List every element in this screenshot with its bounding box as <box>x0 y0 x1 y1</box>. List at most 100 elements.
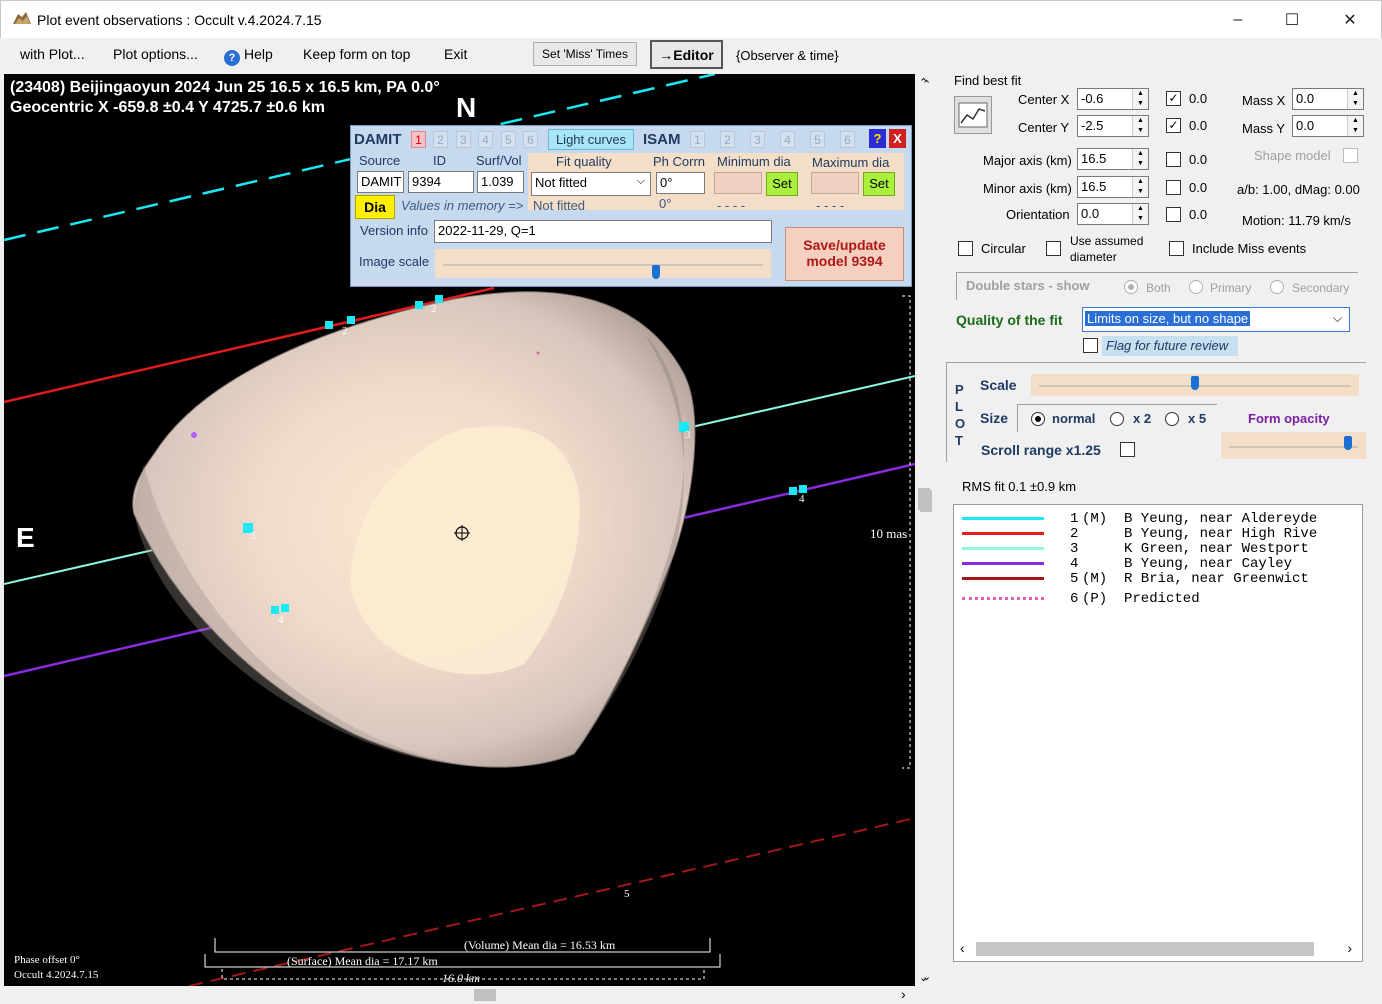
size-x2-radio[interactable] <box>1110 412 1124 426</box>
include-miss-label: Include Miss events <box>1192 241 1307 256</box>
primary-label: Primary <box>1210 281 1252 295</box>
plot-horizontal-scrollbar[interactable]: › <box>4 986 915 1004</box>
chord-label: 3 <box>685 429 691 441</box>
fit-quality-value: Not fitted <box>535 175 588 190</box>
ph-corr-field[interactable]: 0° <box>656 172 705 194</box>
editor-button[interactable]: →Editor <box>650 40 723 69</box>
damit-model-5[interactable]: 5 <box>501 131 516 148</box>
center-y-checkbox[interactable]: ✓ <box>1166 118 1181 133</box>
damit-model-3[interactable]: 3 <box>456 131 471 148</box>
panel-scroll-thumb[interactable] <box>920 490 932 512</box>
legend-scroll-thumb[interactable] <box>976 942 1314 956</box>
image-scale-slider[interactable] <box>435 249 771 279</box>
chord-label: 5 <box>624 888 630 900</box>
plot-vertical-scrollbar[interactable]: ⌃ ⌄ <box>915 74 933 986</box>
legend-horizontal-scrollbar[interactable]: ‹ › <box>954 937 1362 961</box>
major-axis-spinner[interactable]: 16.5 ▲ ▼ <box>1077 148 1149 170</box>
menu-plot-options[interactable]: Plot options... <box>113 46 198 62</box>
isam-model-3[interactable]: 3 <box>750 131 765 148</box>
dia-button[interactable]: Dia <box>355 195 395 219</box>
min-dia-set-button[interactable]: Set <box>766 172 798 196</box>
form-opacity-slider[interactable] <box>1221 432 1366 459</box>
center-x-checkbox[interactable]: ✓ <box>1166 91 1181 106</box>
minimize-button[interactable]: – <box>1215 1 1261 39</box>
center-x-spinner[interactable]: -0.6 ▲ ▼ <box>1077 88 1149 110</box>
scroll-right-icon[interactable]: › <box>1347 940 1352 956</box>
both-radio[interactable] <box>1124 280 1138 294</box>
minor-axis-checkbox[interactable] <box>1166 180 1181 195</box>
scroll-right-icon[interactable]: › <box>901 986 906 1002</box>
plot-scale-thumb[interactable] <box>1191 376 1199 390</box>
damit-model-6[interactable]: 6 <box>523 131 538 148</box>
scroll-up-icon[interactable]: ⌃ <box>922 78 931 91</box>
isam-model-2[interactable]: 2 <box>720 131 735 148</box>
minor-axis-spinner[interactable]: 16.5 ▲ ▼ <box>1077 176 1149 198</box>
menu-keep-on-top[interactable]: Keep form on top <box>303 46 410 62</box>
isam-model-4[interactable]: 4 <box>780 131 795 148</box>
image-scale-thumb[interactable] <box>652 265 661 279</box>
source-field[interactable]: DAMIT <box>357 171 404 193</box>
set-miss-times-button[interactable]: Set 'Miss' Times <box>533 42 637 66</box>
spinner-arrows-icon[interactable]: ▲ ▼ <box>1347 116 1363 136</box>
isam-model-5[interactable]: 5 <box>810 131 825 148</box>
primary-radio[interactable] <box>1189 280 1203 294</box>
include-miss-checkbox[interactable] <box>1169 241 1184 256</box>
size-x5-radio[interactable] <box>1165 412 1179 426</box>
menu-help[interactable]: ? Help <box>224 46 273 66</box>
plot-letter: P <box>955 382 964 397</box>
major-check-value: 0.0 <box>1189 152 1208 167</box>
id-field[interactable]: 9394 <box>408 171 474 193</box>
hscroll-thumb[interactable] <box>474 989 496 1001</box>
damit-model-4[interactable]: 4 <box>478 131 493 148</box>
menu-with-plot[interactable]: with Plot... <box>20 46 85 62</box>
plot-vertical-label: P L O T <box>955 381 967 449</box>
damit-close-button[interactable]: X <box>889 129 906 148</box>
spinner-arrows-icon[interactable]: ▲ ▼ <box>1347 89 1363 109</box>
orientation-checkbox[interactable] <box>1166 207 1181 222</box>
max-dia-field[interactable] <box>811 172 859 194</box>
size-normal-radio[interactable] <box>1031 412 1045 426</box>
scale-label: Scale <box>980 377 1017 393</box>
major-axis-label: Major axis (km) <box>983 153 1072 168</box>
isam-model-6[interactable]: 6 <box>840 131 855 148</box>
mass-y-spinner[interactable]: 0.0 ▲ ▼ <box>1292 115 1364 137</box>
spinner-arrows-icon[interactable]: ▲ ▼ <box>1132 177 1148 197</box>
maximize-button[interactable]: ☐ <box>1269 1 1315 39</box>
scroll-left-icon[interactable]: ‹ <box>960 940 965 956</box>
quality-of-fit-select[interactable]: Limits on size, but no shape ⌵ <box>1082 307 1350 332</box>
legend-line-swatch <box>962 597 1044 600</box>
version-info-field[interactable]: 2022-11-29, Q=1 <box>434 220 772 243</box>
center-y-spinner[interactable]: -2.5 ▲ ▼ <box>1077 115 1149 137</box>
isam-model-1[interactable]: 1 <box>690 131 705 148</box>
spinner-arrows-icon[interactable]: ▲ ▼ <box>1132 89 1148 109</box>
plot-scale-slider[interactable] <box>1031 374 1359 396</box>
save-update-model-button[interactable]: Save/update model 9394 <box>785 227 904 281</box>
spinner-arrows-icon[interactable]: ▲ ▼ <box>1132 116 1148 136</box>
legend-id: 6 <box>1070 591 1079 607</box>
spinner-arrows-icon[interactable]: ▲ ▼ <box>1132 149 1148 169</box>
title-bar: Plot event observations : Occult v.4.202… <box>0 0 1382 38</box>
close-button[interactable]: ✕ <box>1327 1 1373 39</box>
secondary-radio[interactable] <box>1270 280 1284 294</box>
use-assumed-diameter-checkbox[interactable] <box>1046 241 1061 256</box>
find-best-fit-button[interactable] <box>954 96 992 134</box>
min-dia-field[interactable] <box>714 172 762 194</box>
scroll-range-checkbox[interactable] <box>1120 442 1135 457</box>
damit-model-2[interactable]: 2 <box>433 131 448 148</box>
mass-x-spinner[interactable]: 0.0 ▲ ▼ <box>1292 88 1364 110</box>
spinner-arrows-icon[interactable]: ▲ ▼ <box>1132 204 1148 224</box>
flag-review-checkbox[interactable] <box>1083 338 1098 353</box>
fit-quality-select[interactable]: Not fitted ⌵ <box>531 172 651 196</box>
surf-vol-field[interactable]: 1.039 <box>477 171 524 193</box>
damit-model-1[interactable]: 1 <box>411 131 426 148</box>
light-curves-button[interactable]: Light curves <box>548 129 634 150</box>
circular-checkbox[interactable] <box>958 241 973 256</box>
scroll-down-icon[interactable]: ⌄ <box>922 970 931 983</box>
damit-help-button[interactable]: ? <box>869 129 886 148</box>
menu-exit[interactable]: Exit <box>444 46 467 62</box>
form-opacity-thumb[interactable] <box>1343 436 1352 450</box>
max-dia-set-button[interactable]: Set <box>863 172 895 196</box>
major-axis-checkbox[interactable] <box>1166 152 1181 167</box>
orientation-spinner[interactable]: 0.0 ▲ ▼ <box>1077 203 1149 225</box>
shape-model-checkbox[interactable] <box>1343 148 1358 163</box>
